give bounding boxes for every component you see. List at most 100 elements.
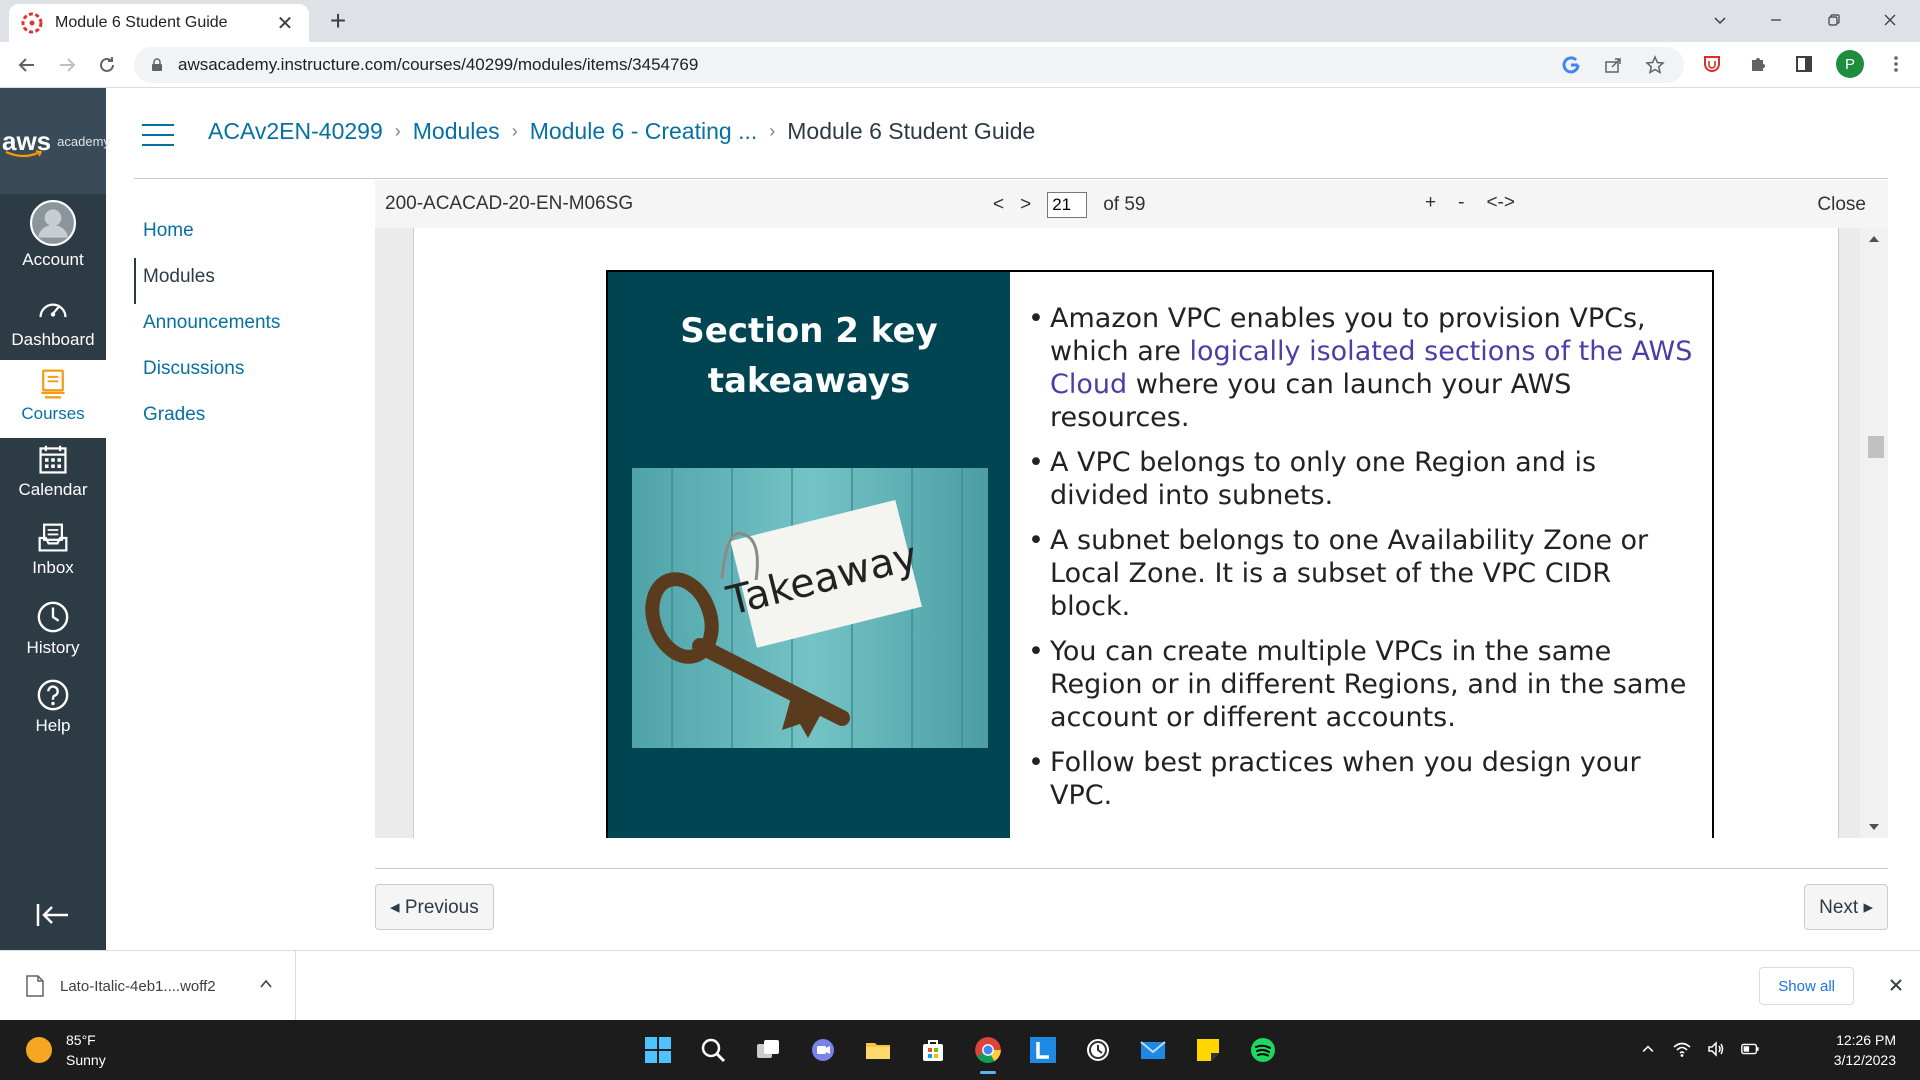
browser-tab[interactable]: Module 6 Student Guide ✕ [9, 4, 309, 42]
academy-logo-text: academy [57, 133, 110, 149]
slide-title: Section 2 key takeaways [608, 306, 1010, 406]
calendar-icon [39, 445, 67, 474]
new-tab-button[interactable]: + [322, 6, 354, 36]
close-icon[interactable] [1886, 975, 1906, 995]
aws-academy-logo[interactable]: aws academy [0, 88, 110, 194]
google-translate-icon[interactable] [1560, 54, 1582, 76]
chevron-up-icon[interactable] [1638, 1038, 1658, 1060]
back-button[interactable] [12, 50, 42, 80]
wifi-icon[interactable] [1672, 1038, 1692, 1060]
clock-app-icon[interactable] [1078, 1030, 1118, 1070]
breadcrumb-modules[interactable]: Modules [413, 118, 500, 145]
extensions-puzzle-icon[interactable] [1744, 50, 1772, 78]
microsoft-store-icon[interactable] [913, 1030, 953, 1070]
battery-icon[interactable] [1740, 1038, 1760, 1060]
side-panel-icon[interactable] [1790, 50, 1818, 78]
slide-bullet: A VPC belongs to only one Region and is … [1028, 446, 1698, 512]
breadcrumb-module[interactable]: Module 6 - Creating ... [530, 118, 758, 145]
extension-shield-icon[interactable] [1698, 50, 1726, 78]
spotify-icon[interactable] [1243, 1030, 1283, 1070]
file-explorer-icon[interactable] [858, 1030, 898, 1070]
course-nav-grades[interactable]: Grades [134, 396, 280, 442]
course-nav-home[interactable]: Home [134, 212, 280, 258]
reload-icon [100, 57, 114, 72]
clock-date: 3/12/2023 [1833, 1052, 1896, 1068]
browser-tab-strip: Module 6 Student Guide ✕ + [0, 0, 1920, 42]
collapse-nav-icon[interactable] [34, 900, 70, 930]
clock-time: 12:26 PM [1836, 1032, 1896, 1048]
global-nav-label: Account [22, 250, 84, 269]
download-filename: Lato-Italic-4eb1....woff2 [60, 977, 216, 995]
restore-button[interactable] [1806, 0, 1862, 40]
teams-chat-icon[interactable] [803, 1030, 843, 1070]
tab-close-icon[interactable]: ✕ [273, 11, 297, 36]
chrome-menu-icon[interactable] [1882, 50, 1910, 78]
viewer-scrollbar[interactable] [1860, 228, 1888, 838]
l-app-icon[interactable] [1023, 1030, 1063, 1070]
sticky-notes-icon[interactable] [1188, 1030, 1228, 1070]
browser-toolbar: awsacademy.instructure.com/courses/40299… [0, 42, 1920, 88]
sun-icon [26, 1037, 52, 1063]
weather-widget[interactable]: 85°F Sunny [26, 1030, 106, 1070]
reload-button[interactable] [92, 50, 122, 80]
course-nav-announcements[interactable]: Announcements [134, 304, 280, 350]
bookmark-star-icon[interactable] [1644, 54, 1666, 76]
global-nav-help[interactable]: Help [0, 678, 106, 744]
download-item[interactable]: Lato-Italic-4eb1....woff2 [0, 951, 296, 1021]
scrollbar-thumb[interactable] [1868, 436, 1884, 458]
breadcrumb-course[interactable]: ACAv2EN-40299 [208, 118, 383, 145]
mail-icon[interactable] [1133, 1030, 1173, 1070]
global-nav-history[interactable]: History [0, 600, 106, 666]
document-page: Section 2 key takeaways Takeaway • Amazo… [413, 228, 1839, 838]
course-menu-toggle-icon[interactable] [142, 124, 174, 146]
courses-icon [41, 369, 65, 399]
task-view-icon[interactable] [748, 1030, 788, 1070]
share-icon[interactable] [1602, 54, 1624, 76]
tab-search-icon[interactable] [1692, 0, 1748, 40]
scroll-down-arrow-icon[interactable] [1869, 824, 1879, 830]
global-nav-calendar[interactable]: Calendar [0, 444, 106, 510]
close-viewer-button[interactable]: Close [1817, 194, 1866, 216]
page-number-input[interactable] [1047, 192, 1088, 218]
tab-title: Module 6 Student Guide [55, 14, 228, 31]
previous-button[interactable]: ◂ Previous [375, 884, 494, 930]
chevron-up-icon[interactable] [259, 977, 273, 991]
slide-bullet: A subnet belongs to one Availability Zon… [1028, 524, 1698, 623]
scroll-up-arrow-icon[interactable] [1869, 236, 1879, 242]
global-nav-label: Courses [21, 404, 85, 423]
global-nav-account[interactable]: Account [0, 200, 106, 272]
lock-icon [152, 58, 162, 71]
slide: Section 2 key takeaways Takeaway • Amazo… [606, 270, 1714, 838]
system-clock[interactable]: 12:26 PM 3/12/2023 [1834, 1030, 1896, 1070]
forward-button[interactable] [52, 50, 82, 80]
global-nav-inbox[interactable]: Inbox [0, 522, 106, 588]
chrome-taskbar-icon[interactable] [968, 1030, 1008, 1074]
document-id: 200-ACACAD-20-EN-M06SG [385, 193, 634, 214]
document-viewer-toolbar: 200-ACACAD-20-EN-M06SG < > of 59 + - <->… [375, 180, 1888, 228]
inbox-icon [38, 523, 68, 552]
slide-title-panel: Section 2 key takeaways Takeaway [608, 272, 1010, 838]
volume-icon[interactable] [1706, 1038, 1726, 1060]
global-nav-label: Inbox [32, 558, 74, 577]
profile-avatar[interactable]: P [1836, 50, 1864, 78]
zoom-in-button[interactable]: + [1425, 192, 1436, 214]
course-nav-discussions[interactable]: Discussions [134, 350, 280, 396]
address-bar[interactable]: awsacademy.instructure.com/courses/40299… [134, 47, 1684, 83]
next-page-button[interactable]: > [1020, 194, 1031, 216]
show-all-button[interactable]: Show all [1759, 967, 1854, 1005]
course-nav-modules[interactable]: Modules [134, 258, 280, 304]
document-viewport[interactable]: Section 2 key takeaways Takeaway • Amazo… [375, 228, 1888, 838]
minimize-button[interactable] [1748, 0, 1804, 40]
windows-taskbar: 85°F Sunny 12:26 PM 3/12/2023 [0, 1020, 1920, 1080]
global-nav-dashboard[interactable]: Dashboard [0, 294, 106, 356]
forward-arrow-icon [60, 58, 76, 72]
fit-width-button[interactable]: <-> [1486, 192, 1515, 214]
zoom-out-button[interactable]: - [1458, 192, 1464, 214]
global-nav-courses[interactable]: Courses [0, 360, 106, 438]
slide-title-line: Section 2 key [680, 311, 938, 351]
next-button[interactable]: Next ▸ [1804, 884, 1888, 930]
close-window-button[interactable] [1862, 0, 1918, 40]
windows-start-icon[interactable] [638, 1030, 678, 1070]
search-icon[interactable] [693, 1030, 733, 1070]
previous-page-button[interactable]: < [993, 194, 1004, 216]
